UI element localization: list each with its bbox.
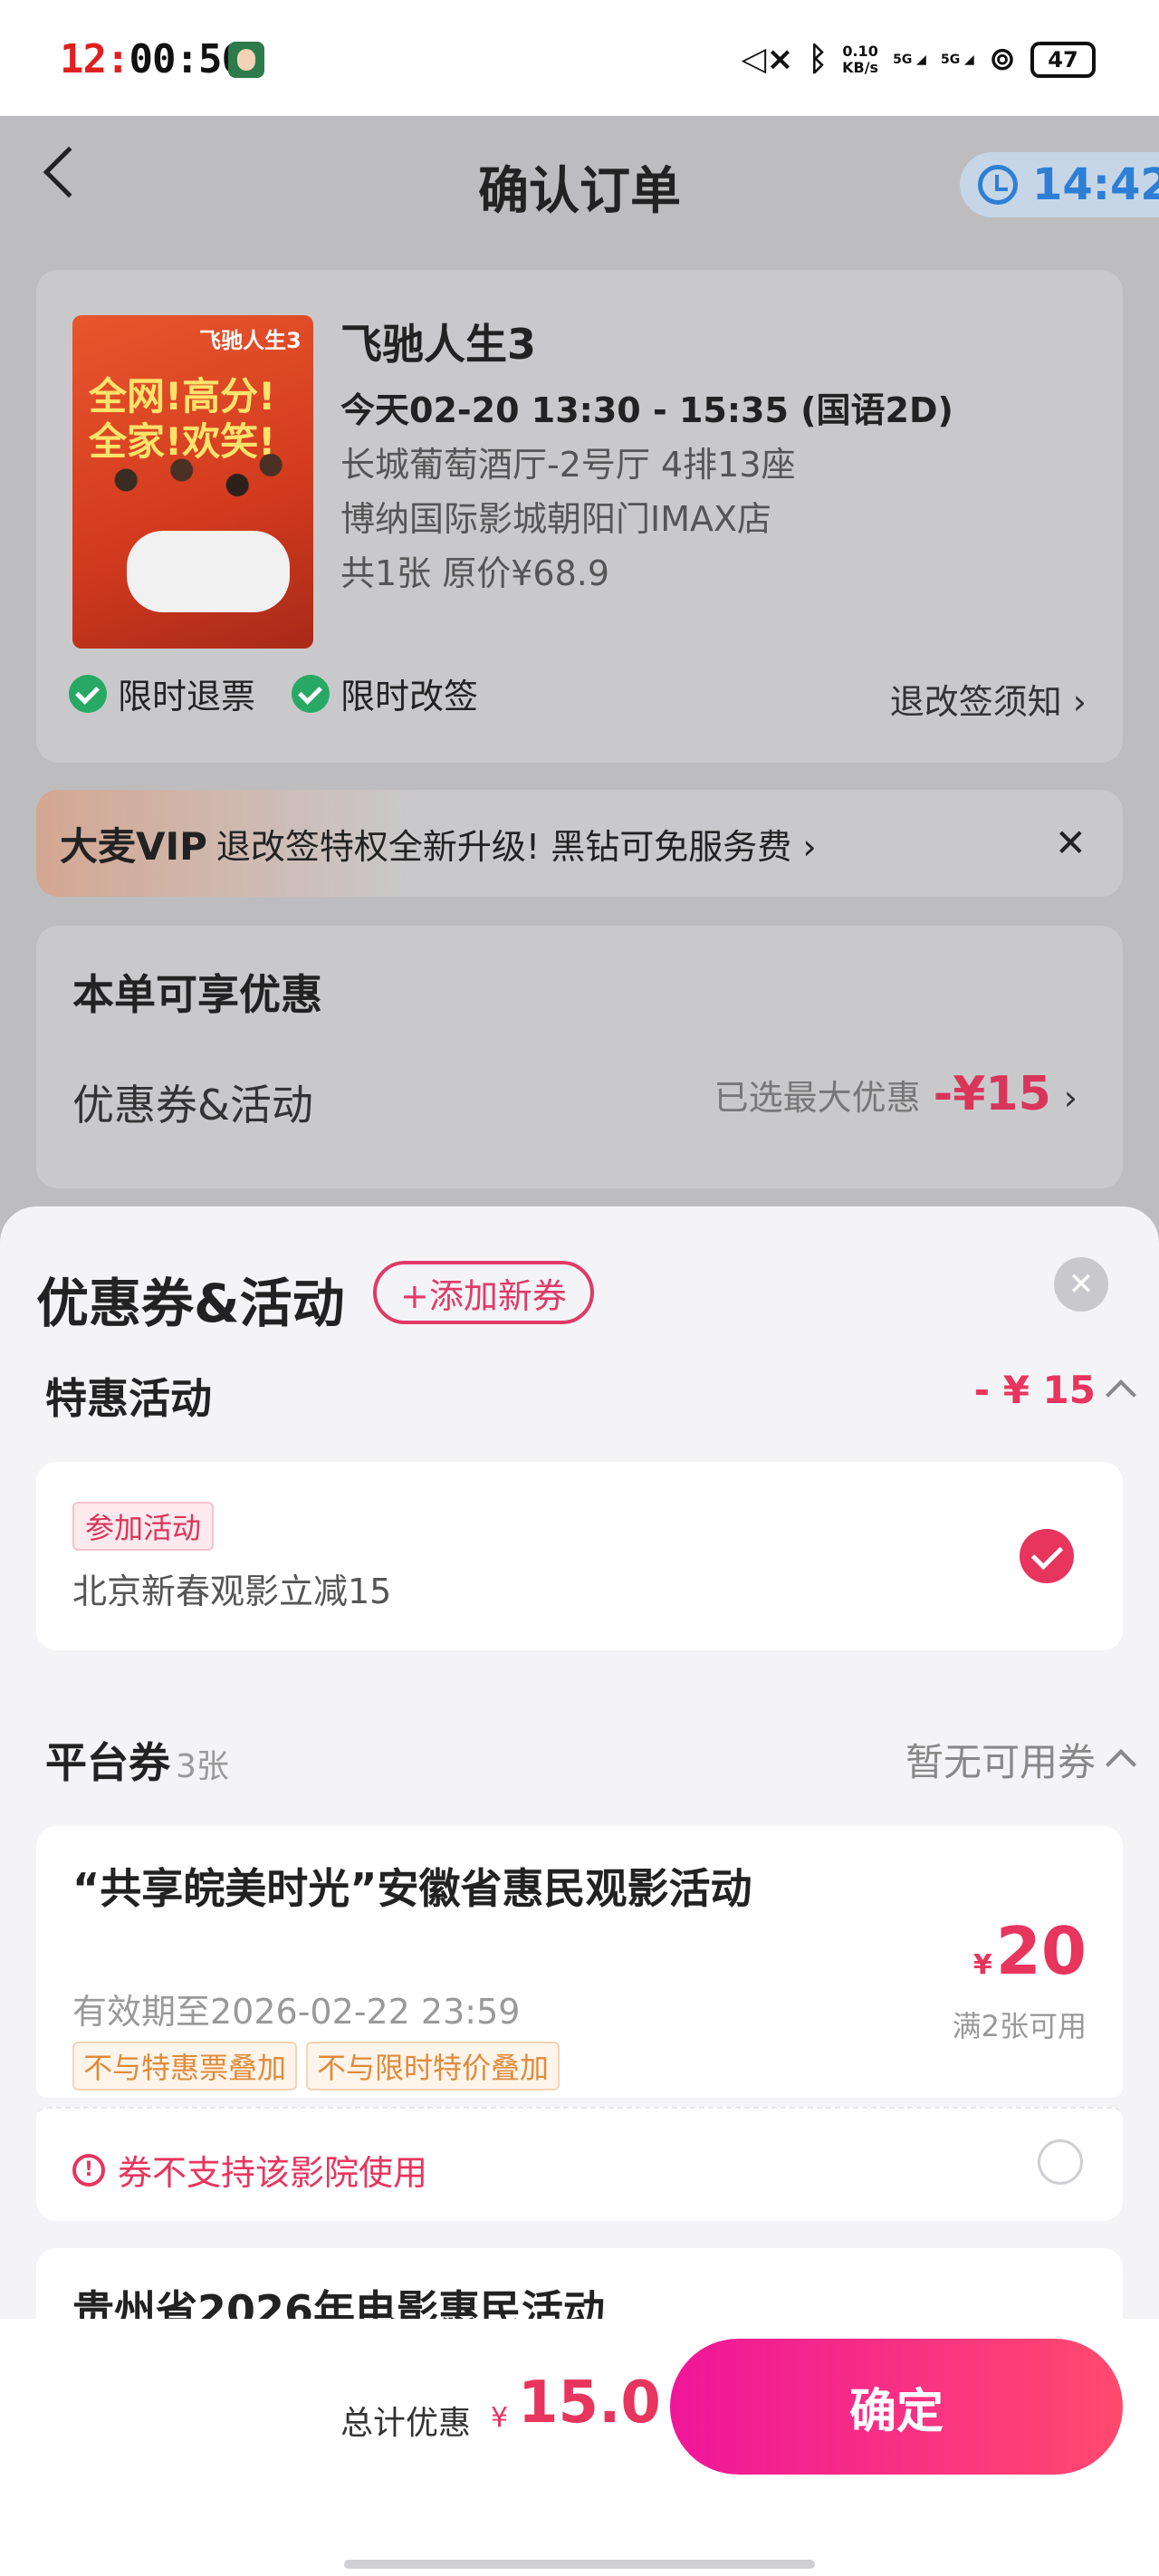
vip-banner[interactable]: 大麦VIP 退改签特权全新升级! 黑钻可免服务费 › ✕ <box>36 790 1123 897</box>
poster-logo: 飞驰人生3 <box>199 328 302 353</box>
countdown-timer: 14:42 <box>960 152 1159 217</box>
special-activity-heading: 特惠活动 <box>45 1374 212 1423</box>
poster-crowd <box>81 440 304 540</box>
platform-coupon-heading: 平台券 3张 <box>45 1738 229 1787</box>
activity-tag: 参加活动 <box>72 1502 215 1551</box>
add-coupon-button[interactable]: +添加新券 <box>373 1261 594 1324</box>
showtime: 今天02-20 13:30 - 15:35 (国语2D) <box>340 390 953 430</box>
home-indicator[interactable] <box>344 2560 815 2569</box>
bottom-bar: 总计优惠 ¥ 15.0 确定 <box>0 2319 1159 2576</box>
confirm-button[interactable]: 确定 <box>670 2339 1123 2475</box>
vip-text: 退改签特权全新升级! 黑钻可免服务费 › <box>216 826 817 867</box>
coupon-radio[interactable] <box>1038 2139 1083 2185</box>
signal-5g-icon-2: 5G ◢ <box>940 53 974 67</box>
discount-amount: -¥15 <box>933 1067 1051 1121</box>
special-amount: - ¥ 15 <box>973 1368 1096 1412</box>
platform-status: 暂无可用券 <box>905 1740 1096 1784</box>
data-rate: 0.10 KB/s <box>842 43 879 76</box>
total-currency: ¥ <box>491 2402 509 2434</box>
discount-hint: 已选最大优惠 <box>714 1078 921 1118</box>
warning-text: 券不支持该影院使用 <box>118 2153 428 2193</box>
clock-icon <box>978 165 1018 205</box>
mute-icon: ◁× <box>741 41 794 78</box>
signal-5g-icon-1: 5G ◢ <box>893 53 926 67</box>
platform-coupon-toggle[interactable]: 暂无可用券 <box>905 1732 1136 1787</box>
total-amount: 15.0 <box>518 2369 661 2437</box>
activity-text: 北京新春观影立减15 <box>72 1572 392 1611</box>
coupon-value: ¥20 <box>972 1913 1087 1989</box>
chevron-up-icon <box>1106 1748 1136 1780</box>
status-time: 12:00:56 <box>60 36 245 82</box>
bluetooth-icon: ᛒ <box>808 41 829 78</box>
coupon-condition: 满2张可用 <box>952 2009 1087 2043</box>
timer-text: 14:42 <box>1032 159 1159 210</box>
check-circle-icon <box>69 674 107 713</box>
tag-change: 限时改签 <box>340 677 479 716</box>
coupon-validity: 有效期至2026-02-22 23:59 <box>72 1992 521 2032</box>
discount-summary[interactable]: 已选最大优惠 -¥15 › <box>714 1067 1078 1121</box>
wifi-icon: ⊚ <box>988 41 1016 78</box>
refund-policy-link[interactable]: 退改签须知 › <box>890 674 1087 724</box>
chevron-right-icon: › <box>1063 1078 1078 1118</box>
cinema-name: 博纳国际影城朝阳门IMAX店 <box>340 499 772 539</box>
chevron-up-icon <box>1106 1379 1136 1410</box>
hall-seat: 长城葡萄酒厅-2号厅 4排13座 <box>340 445 796 485</box>
total-label: 总计优惠 <box>340 2405 472 2442</box>
coupon-count: 3张 <box>176 1748 229 1785</box>
ticket-price: 共1张 原价¥68.9 <box>340 553 610 593</box>
status-icons: ◁× ᛒ 0.10 KB/s 5G ◢ 5G ◢ ⊚ 47 <box>742 36 1096 83</box>
coupon-title: “共享皖美时光”安徽省惠民观影活动 <box>72 1864 752 1913</box>
notification-avatar-icon <box>228 42 264 78</box>
sheet-title: 优惠券&活动 <box>36 1273 345 1334</box>
service-tags: 限时退票 限时改签 <box>69 668 478 718</box>
close-icon[interactable]: ✕ <box>1054 1257 1108 1312</box>
movie-order-card: 飞驰人生3 全网!高分! 全家!欢笑! 飞驰人生3 今天02-20 13:30 … <box>36 270 1123 763</box>
battery-icon: 47 <box>1030 42 1096 78</box>
coupon-warning-row[interactable]: ! 券不支持该影院使用 <box>36 2107 1123 2221</box>
coupon-tags: 不与特惠票叠加 不与限时特价叠加 <box>72 2042 560 2091</box>
movie-title: 飞驰人生3 <box>340 320 537 369</box>
warning-icon: ! <box>72 2153 105 2187</box>
poster-car <box>127 531 290 612</box>
coupon-tag: 不与特惠票叠加 <box>72 2042 298 2091</box>
discount-heading: 本单可享优惠 <box>72 970 322 1019</box>
coupon-card[interactable]: “共享皖美时光”安徽省惠民观影活动 有效期至2026-02-22 23:59 不… <box>36 1826 1123 2098</box>
close-icon[interactable]: ✕ <box>1055 821 1087 865</box>
selected-check-icon[interactable] <box>1020 1529 1074 1583</box>
tag-refund: 限时退票 <box>118 677 256 716</box>
vip-brand: 大麦VIP <box>60 823 207 869</box>
coupon-activity-label[interactable]: 优惠券&活动 <box>72 1072 313 1132</box>
special-activity-toggle[interactable]: - ¥ 15 <box>973 1368 1136 1412</box>
movie-poster: 飞驰人生3 全网!高分! 全家!欢笑! <box>72 315 313 649</box>
coupon-warning: ! 券不支持该影院使用 <box>72 2145 427 2195</box>
activity-card[interactable]: 参加活动 北京新春观影立减15 <box>36 1462 1123 1650</box>
coupon-tag: 不与限时特价叠加 <box>306 2042 560 2091</box>
discount-card: 本单可享优惠 优惠券&活动 已选最大优惠 -¥15 › <box>36 926 1123 1188</box>
check-circle-icon <box>292 674 330 713</box>
status-bar: 12:00:56 ◁× ᛒ 0.10 KB/s 5G ◢ 5G ◢ ⊚ 47 <box>0 0 1159 116</box>
